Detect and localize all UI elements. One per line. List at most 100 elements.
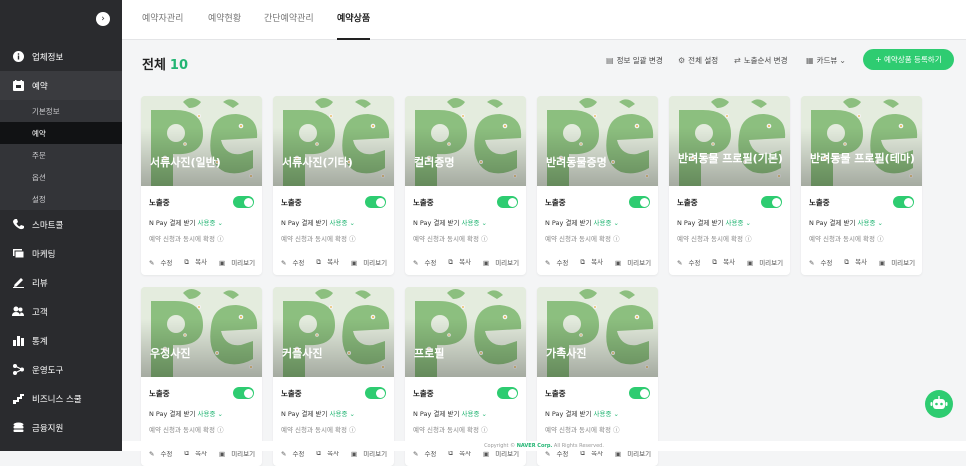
view-mode-select[interactable]: ▦ 카드뷰 ⌄ bbox=[806, 55, 849, 66]
copy-button[interactable]: ⧉ 복사 bbox=[448, 256, 477, 267]
sidebar-subitem-settings[interactable]: 설정 bbox=[0, 188, 122, 210]
preview-button[interactable]: ▣ 미리보기 bbox=[483, 257, 525, 267]
product-card[interactable]: 커플사진 노출중 N Pay 결제 받기 사용중 ⌄ 예약 신청과 동시에 확정 ⓘ ✎… bbox=[273, 287, 394, 466]
sidebar-subitem-option[interactable]: 옵션 bbox=[0, 166, 122, 188]
product-thumbnail[interactable]: 컬러증명 bbox=[405, 96, 526, 186]
edit-label: 수정 bbox=[820, 258, 833, 267]
preview-button[interactable]: ▣ 미리보기 bbox=[879, 257, 921, 267]
tab-simple-reservation[interactable]: 간단예약관리 bbox=[264, 0, 314, 40]
settings-button[interactable]: ⚙ 전체 설정 bbox=[678, 55, 718, 66]
sidebar-item-business-info[interactable]: 업체정보 bbox=[0, 42, 122, 71]
sidebar-item-statistics[interactable]: 통계 bbox=[0, 326, 122, 355]
npay-setting[interactable]: N Pay 결제 받기 사용중 ⌄ bbox=[281, 217, 386, 227]
bulk-edit-button[interactable]: ▤ 정보 일괄 변경 bbox=[606, 55, 663, 66]
sidebar-item-smartcall[interactable]: 스마트콜 bbox=[0, 210, 122, 239]
reorder-button[interactable]: ⇄ 노출순서 변경 bbox=[734, 55, 788, 66]
copy-button[interactable]: ⧉ 복사 bbox=[844, 256, 873, 267]
info-circle-icon[interactable]: ⓘ bbox=[481, 235, 488, 243]
visibility-toggle[interactable] bbox=[365, 387, 386, 399]
edit-button[interactable]: ✎ 수정 bbox=[809, 257, 838, 267]
npay-setting[interactable]: N Pay 결제 받기 사용중 ⌄ bbox=[677, 217, 782, 227]
npay-setting[interactable]: N Pay 결제 받기 사용중 ⌄ bbox=[545, 408, 650, 418]
product-thumbnail[interactable]: 프로필 bbox=[405, 287, 526, 377]
product-thumbnail[interactable]: 서류사진(일반) bbox=[141, 96, 262, 186]
preview-button[interactable]: ▣ 미리보기 bbox=[615, 257, 657, 267]
npay-setting[interactable]: N Pay 결제 받기 사용중 ⌄ bbox=[281, 408, 386, 418]
product-thumbnail[interactable]: 반려동물증명 bbox=[537, 96, 658, 186]
info-circle-icon[interactable]: ⓘ bbox=[349, 426, 356, 434]
edit-button[interactable]: ✎ 수정 bbox=[545, 257, 574, 267]
chatbot-button[interactable] bbox=[925, 390, 953, 418]
visibility-toggle[interactable] bbox=[233, 387, 254, 399]
copy-label: 복사 bbox=[855, 258, 868, 266]
visibility-toggle[interactable] bbox=[497, 387, 518, 399]
product-thumbnail[interactable]: 커플사진 bbox=[273, 287, 394, 377]
sidebar-subitem-basic-info[interactable]: 기본정보 bbox=[0, 100, 122, 122]
preview-button[interactable]: ▣ 미리보기 bbox=[747, 257, 789, 267]
tab-reservation-status[interactable]: 예약현황 bbox=[208, 0, 241, 40]
sidebar-subitem-reservation[interactable]: 예약 bbox=[0, 122, 122, 144]
info-circle-icon[interactable]: ⓘ bbox=[745, 235, 752, 243]
info-circle-icon[interactable]: ⓘ bbox=[349, 235, 356, 243]
info-circle-icon[interactable]: ⓘ bbox=[217, 235, 224, 243]
npay-setting[interactable]: N Pay 결제 받기 사용중 ⌄ bbox=[413, 408, 518, 418]
copy-button[interactable]: ⧉ 복사 bbox=[580, 256, 609, 267]
sidebar-item-marketing[interactable]: 마케팅 bbox=[0, 239, 122, 268]
visibility-toggle[interactable] bbox=[893, 196, 914, 208]
product-card[interactable]: 서류사진(기타) 노출중 N Pay 결제 받기 사용중 ⌄ 예약 신청과 동시에 확… bbox=[273, 96, 394, 275]
edit-button[interactable]: ✎ 수정 bbox=[677, 257, 706, 267]
add-product-button[interactable]: + 예약상품 등록하기 bbox=[863, 49, 954, 70]
sidebar-item-customer[interactable]: 고객 bbox=[0, 297, 122, 326]
thumbnail-overlay bbox=[273, 287, 394, 377]
npay-setting[interactable]: N Pay 결제 받기 사용중 ⌄ bbox=[149, 408, 254, 418]
npay-setting[interactable]: N Pay 결제 받기 사용중 ⌄ bbox=[545, 217, 650, 227]
info-circle-icon[interactable]: ⓘ bbox=[877, 235, 884, 243]
copy-button[interactable]: ⧉ 복사 bbox=[184, 256, 213, 267]
info-circle-icon[interactable]: ⓘ bbox=[613, 426, 620, 434]
edit-button[interactable]: ✎ 수정 bbox=[149, 257, 178, 267]
info-circle-icon[interactable]: ⓘ bbox=[613, 235, 620, 243]
preview-button[interactable]: ▣ 미리보기 bbox=[351, 257, 393, 267]
copy-button[interactable]: ⧉ 복사 bbox=[316, 256, 345, 267]
footer-copyright: Copyright © bbox=[484, 443, 516, 449]
visibility-toggle[interactable] bbox=[365, 196, 386, 208]
visibility-toggle[interactable] bbox=[233, 196, 254, 208]
visibility-toggle[interactable] bbox=[497, 196, 518, 208]
sidebar-item-ops-tools[interactable]: 운영도구 bbox=[0, 355, 122, 384]
product-thumbnail[interactable]: 반려동물 프로필(테마) bbox=[801, 96, 922, 186]
sidebar-item-review[interactable]: 리뷰 bbox=[0, 268, 122, 297]
product-card[interactable]: 반려동물 프로필(테마) 노출중 N Pay 결제 받기 사용중 ⌄ 예약 신청과 동… bbox=[801, 96, 922, 275]
copy-button[interactable]: ⧉ 복사 bbox=[712, 256, 741, 267]
sidebar-item-reservation[interactable]: 예약 bbox=[0, 71, 122, 100]
product-card[interactable]: 반려동물증명 노출중 N Pay 결제 받기 사용중 ⌄ 예약 신청과 동시에 확정 … bbox=[537, 96, 658, 275]
visibility-toggle[interactable] bbox=[629, 196, 650, 208]
npay-setting[interactable]: N Pay 결제 받기 사용중 ⌄ bbox=[413, 217, 518, 227]
product-thumbnail[interactable]: 가족사진 bbox=[537, 287, 658, 377]
preview-button[interactable]: ▣ 미리보기 bbox=[219, 257, 261, 267]
sidebar-item-finance[interactable]: 금융지원 bbox=[0, 413, 122, 442]
tab-reservation-manage[interactable]: 예약자관리 bbox=[142, 0, 183, 40]
robot-icon bbox=[930, 396, 948, 409]
sidebar-subitem-order[interactable]: 주문 bbox=[0, 144, 122, 166]
info-circle-icon[interactable]: ⓘ bbox=[217, 426, 224, 434]
visibility-toggle[interactable] bbox=[761, 196, 782, 208]
product-thumbnail[interactable]: 서류사진(기타) bbox=[273, 96, 394, 186]
sidebar-item-business-school[interactable]: 비즈니스 스쿨 bbox=[0, 384, 122, 413]
npay-setting[interactable]: N Pay 결제 받기 사용중 ⌄ bbox=[149, 217, 254, 227]
product-card[interactable]: 서류사진(일반) 노출중 N Pay 결제 받기 사용중 ⌄ 예약 신청과 동시에 확… bbox=[141, 96, 262, 275]
product-thumbnail[interactable]: 반려동물 프로필(기본) bbox=[669, 96, 790, 186]
product-card[interactable]: 프로필 노출중 N Pay 결제 받기 사용중 ⌄ 예약 신청과 동시에 확정 ⓘ ✎ 수… bbox=[405, 287, 526, 466]
visibility-toggle[interactable] bbox=[629, 387, 650, 399]
npay-setting[interactable]: N Pay 결제 받기 사용중 ⌄ bbox=[809, 217, 914, 227]
edit-button[interactable]: ✎ 수정 bbox=[413, 257, 442, 267]
product-card[interactable]: 우정사진 노출중 N Pay 결제 받기 사용중 ⌄ 예약 신청과 동시에 확정 ⓘ ✎… bbox=[141, 287, 262, 466]
product-card[interactable]: 컬러증명 노출중 N Pay 결제 받기 사용중 ⌄ 예약 신청과 동시에 확정 ⓘ ✎… bbox=[405, 96, 526, 275]
product-card[interactable]: 반려동물 프로필(기본) 노출중 N Pay 결제 받기 사용중 ⌄ 예약 신청과 동… bbox=[669, 96, 790, 275]
product-card[interactable]: 가족사진 노출중 N Pay 결제 받기 사용중 ⌄ 예약 신청과 동시에 확정 ⓘ ✎… bbox=[537, 287, 658, 466]
product-thumbnail[interactable]: 우정사진 bbox=[141, 287, 262, 377]
sidebar-collapse-icon[interactable]: › bbox=[96, 12, 110, 26]
info-circle-icon[interactable]: ⓘ bbox=[481, 426, 488, 434]
card-actions: ✎수정⧉복사▣미리보기🗑 bbox=[545, 256, 651, 275]
edit-button[interactable]: ✎ 수정 bbox=[281, 257, 310, 267]
tab-reservation-products[interactable]: 예약상품 bbox=[337, 0, 371, 40]
